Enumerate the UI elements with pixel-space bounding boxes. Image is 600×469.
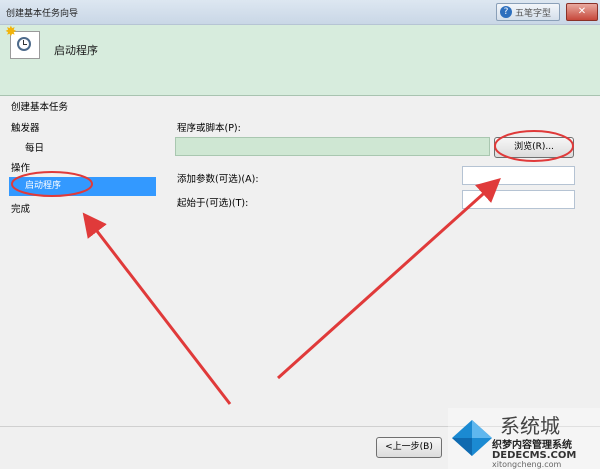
start-in-label: 起始于(可选)(T): [177,198,249,209]
sidebar-item-trigger[interactable]: 触发器 [11,120,40,134]
page-title: 启动程序 [54,44,98,57]
browse-button[interactable]: 浏览(R)... [494,137,574,158]
add-arguments-input[interactable] [462,166,575,185]
program-script-input[interactable] [175,137,490,156]
watermark-brand: 系统城 [500,414,560,438]
window-title: 创建基本任务向导 [6,9,79,19]
program-script-label: 程序或脚本(P): [177,123,241,134]
back-button[interactable]: <上一步(B) [376,437,442,458]
start-in-input[interactable] [462,190,575,209]
title-bar: 创建基本任务向导 ? 五笔字型 ✕ [0,0,600,25]
sidebar-item-create-basic-task[interactable]: 创建基本任务 [11,99,68,113]
arrow-right [276,177,501,380]
watermark-line1: 织梦内容管理系统 [492,440,572,451]
sidebar-item-daily[interactable]: 每日 [25,140,44,154]
sidebar-item-finish[interactable]: 完成 [11,201,30,215]
star-icon: ✸ [5,24,17,40]
sidebar-item-action[interactable]: 操作 [11,160,30,174]
add-arguments-label: 添加参数(可选)(A): [177,174,259,185]
wizard-header: ✸ 启动程序 [0,24,600,96]
sidebar-item-start-program[interactable]: 启动程序 [9,177,156,196]
watermark-line3: xitongcheng.com [492,460,562,469]
help-watermark: 五笔字型 [515,9,552,19]
watermark-logo: 系统城 织梦内容管理系统 DEDECMS.COM xitongcheng.com [448,408,600,469]
windows-logo-icon [452,420,492,456]
arrow-left [82,212,232,405]
help-icon: ? [500,6,512,18]
help-button[interactable]: ? 五笔字型 [496,3,560,21]
task-clock-icon: ✸ [5,24,40,59]
close-button[interactable]: ✕ [566,3,598,21]
